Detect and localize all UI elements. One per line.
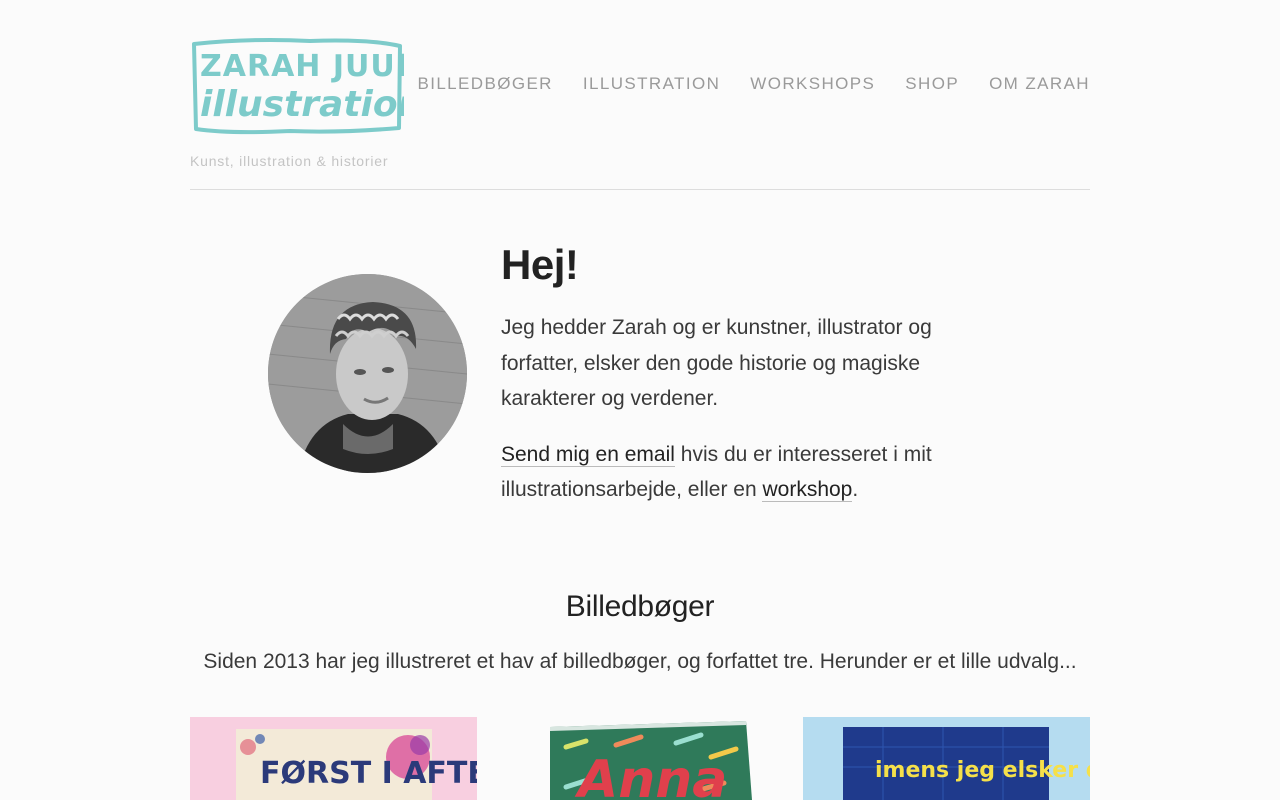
- book-card-anna[interactable]: Anna: [496, 717, 783, 800]
- nav-illustration[interactable]: ILLUSTRATION: [583, 74, 720, 94]
- logo-line2: illustration: [200, 84, 404, 125]
- book-cover-title-3: imens jeg elsker dig: [875, 758, 1090, 783]
- nav-shop[interactable]: SHOP: [905, 74, 959, 94]
- books-section-title: Billedbøger: [565, 590, 715, 623]
- site-tagline: Kunst, illustration & historier: [190, 153, 389, 169]
- book-grid: FØRST I AFTEN Anna: [190, 717, 1090, 800]
- books-section-text: Siden 2013 har jeg illustreret et hav af…: [203, 650, 1077, 673]
- intro-paragraph: Jeg hedder Zarah og er kunstner, illustr…: [501, 316, 932, 410]
- intro-heading: Hej!: [501, 241, 579, 288]
- nav-om-zarah[interactable]: OM ZARAH: [989, 74, 1090, 94]
- contact-text-end: .: [852, 478, 859, 501]
- main-nav: BILLEDBØGER ILLUSTRATION WORKSHOPS SHOP …: [417, 74, 1090, 94]
- nav-billedboger[interactable]: BILLEDBØGER: [417, 74, 552, 94]
- email-link[interactable]: Send mig en email: [501, 442, 675, 467]
- profile-photo: [268, 274, 467, 473]
- book-card-forst-i-aften[interactable]: FØRST I AFTEN: [190, 717, 477, 800]
- book-cover-title-1: FØRST I AFTEN: [260, 756, 477, 791]
- site-header: ZARAH JUUL illustration Kunst, illustrat…: [190, 0, 1090, 190]
- site-logo[interactable]: ZARAH JUUL illustration: [190, 36, 404, 136]
- intro-contact-paragraph: Send mig en email hvis du er interessere…: [501, 437, 971, 508]
- logo-line1: ZARAH JUUL: [200, 49, 404, 84]
- intro-block: Hej! Jeg hedder Zarah og er kunstner, il…: [501, 238, 971, 528]
- page: ZARAH JUUL illustration Kunst, illustrat…: [190, 0, 1090, 800]
- nav-workshops[interactable]: WORKSHOPS: [750, 74, 875, 94]
- workshop-link[interactable]: workshop: [762, 478, 853, 502]
- book-card-imens[interactable]: imens jeg elsker dig: [803, 717, 1090, 800]
- book-cover-title-2: Anna: [574, 750, 727, 800]
